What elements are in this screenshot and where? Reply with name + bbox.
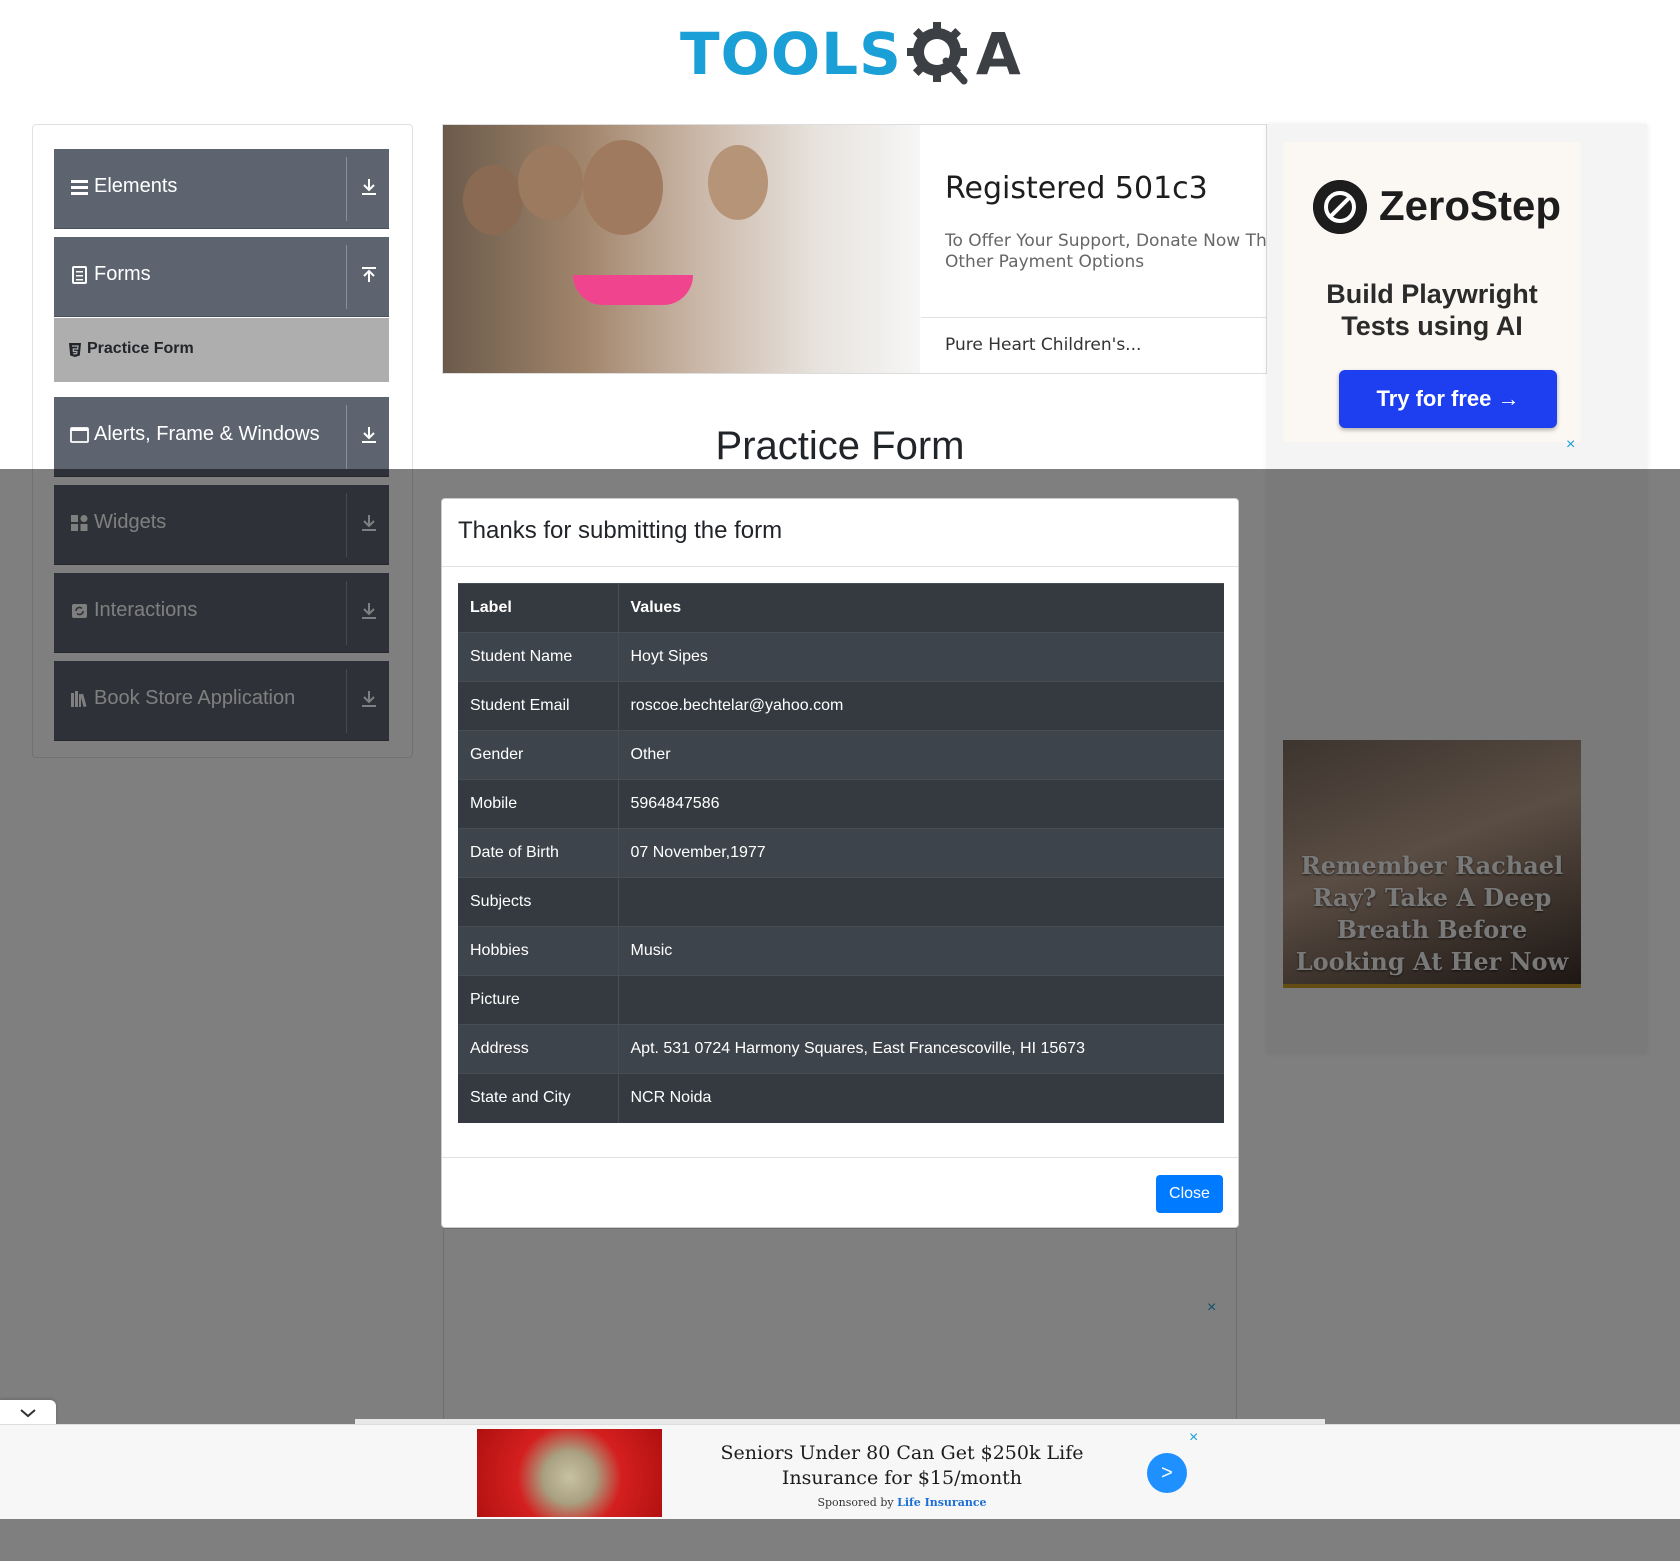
row-label: Gender xyxy=(458,730,619,780)
sponsored-line: Sponsored by Life Insurance xyxy=(680,1496,1124,1509)
row-label: Subjects xyxy=(458,877,619,927)
sidebar-group-label: Forms xyxy=(94,263,151,285)
download-arrow-icon xyxy=(362,179,376,195)
logo-a-text: A xyxy=(975,20,1021,88)
sponsor-link[interactable]: Life Insurance xyxy=(897,1496,986,1509)
divider xyxy=(346,245,347,309)
banner-ad[interactable]: Registered 501c3 To Offer Your Support, … xyxy=(442,124,1267,374)
sidebar-item-label: Practice Form xyxy=(87,340,194,357)
sidebar-group-forms[interactable]: Forms xyxy=(54,237,389,317)
close-ad-icon[interactable]: × xyxy=(1189,1429,1198,1447)
chevron-down-icon xyxy=(20,1409,36,1418)
table-row: Address Apt. 531 0724 Harmony Squares, Ea… xyxy=(458,1024,1224,1074)
gear-search-icon xyxy=(906,22,968,85)
menu-icon xyxy=(71,180,88,195)
divider xyxy=(442,1157,1238,1158)
table-row: Subjects xyxy=(458,877,1224,927)
table-row: Hobbies Music xyxy=(458,926,1224,976)
row-value: Music xyxy=(618,926,1224,976)
toolsqa-logo[interactable]: TOOLS A xyxy=(680,14,1021,94)
row-label: State and City xyxy=(458,1073,619,1123)
divider xyxy=(921,317,1266,318)
banner-photo xyxy=(443,125,920,373)
submission-modal: Thanks for submitting the form Label Val… xyxy=(441,498,1239,1228)
row-value: Apt. 531 0724 Harmony Squares, East Fran… xyxy=(618,1024,1224,1074)
banner-subtitle-line: Other Payment Options xyxy=(945,252,1145,272)
window-icon xyxy=(70,427,89,443)
collapse-ad-toggle[interactable] xyxy=(0,1400,56,1426)
zerostep-logo-icon xyxy=(1313,180,1367,234)
row-value: NCR Noida xyxy=(618,1073,1224,1123)
row-label: Picture xyxy=(458,975,619,1025)
banner-subtitle-line: To Offer Your Support, Donate Now Thro xyxy=(945,231,1267,251)
zerostep-ad[interactable]: ZeroStep Build Playwright Tests using AI… xyxy=(1283,142,1581,442)
header: TOOLS A xyxy=(0,0,1680,110)
logo-tools-text: TOOLS xyxy=(680,20,902,88)
zerostep-brand: ZeroStep xyxy=(1379,182,1562,229)
tagline-line: Build Playwright xyxy=(1326,279,1538,309)
row-value xyxy=(618,877,1224,927)
form-icon xyxy=(72,266,87,284)
upload-arrow-icon xyxy=(362,267,376,282)
row-label: Hobbies xyxy=(458,926,619,976)
row-value: Hoyt Sipes xyxy=(618,632,1224,682)
zerostep-tagline: Build Playwright Tests using AI xyxy=(1283,278,1581,342)
column-header-label: Label xyxy=(458,583,619,633)
sidebar-group-label: Alerts, Frame & Windows xyxy=(94,423,320,445)
table-header-row: Label Values xyxy=(458,583,1224,633)
row-label: Mobile xyxy=(458,779,619,829)
ad-image xyxy=(477,1429,662,1517)
close-ad-icon[interactable]: × xyxy=(1566,436,1575,454)
page-title: Practice Form xyxy=(715,424,965,468)
next-arrow-button[interactable]: > xyxy=(1147,1453,1187,1493)
html5-icon xyxy=(69,343,81,357)
table-row: Date of Birth 07 November,1977 xyxy=(458,828,1224,878)
table-row: Mobile 5964847586 xyxy=(458,779,1224,829)
row-label: Student Email xyxy=(458,681,619,731)
column-header-values: Values xyxy=(618,583,1224,633)
row-value: 5964847586 xyxy=(618,779,1224,829)
table-row: Picture xyxy=(458,975,1224,1025)
banner-title: Registered 501c3 xyxy=(945,171,1208,206)
sidebar-group-label: Elements xyxy=(94,175,178,197)
try-for-free-button[interactable]: Try for free → xyxy=(1339,370,1557,428)
close-button[interactable]: Close xyxy=(1156,1175,1223,1213)
banner-subtitle: To Offer Your Support, Donate Now Thro O… xyxy=(945,231,1267,273)
table-row: Student Name Hoyt Sipes xyxy=(458,632,1224,682)
row-label: Student Name xyxy=(458,632,619,682)
sidebar-item-practice-form[interactable]: Practice Form xyxy=(54,318,389,382)
row-label: Address xyxy=(458,1024,619,1074)
table-row: Gender Other xyxy=(458,730,1224,780)
sidebar-group-alerts[interactable]: Alerts, Frame & Windows xyxy=(54,397,389,477)
table-row: Student Email roscoe.bechtelar@yahoo.com xyxy=(458,681,1224,731)
divider xyxy=(346,405,347,469)
row-label: Date of Birth xyxy=(458,828,619,878)
sponsored-prefix: Sponsored by xyxy=(817,1496,894,1509)
row-value: 07 November,1977 xyxy=(618,828,1224,878)
divider xyxy=(346,157,347,221)
table-row: State and City NCR Noida xyxy=(458,1073,1224,1123)
row-value xyxy=(618,975,1224,1025)
modal-title: Thanks for submitting the form xyxy=(458,517,783,544)
results-table: Label Values Student Name Hoyt Sipes Stud… xyxy=(458,583,1224,1123)
bottom-ad-headline: Seniors Under 80 Can Get $250k Life Insu… xyxy=(720,1442,1084,1489)
download-arrow-icon xyxy=(362,427,376,443)
tagline-line: Tests using AI xyxy=(1341,311,1523,341)
row-value: roscoe.bechtelar@yahoo.com xyxy=(618,681,1224,731)
sidebar-group-elements[interactable]: Elements xyxy=(54,149,389,229)
banner-footer: Pure Heart Children's... xyxy=(945,335,1142,355)
divider xyxy=(442,566,1238,567)
row-value: Other xyxy=(618,730,1224,780)
